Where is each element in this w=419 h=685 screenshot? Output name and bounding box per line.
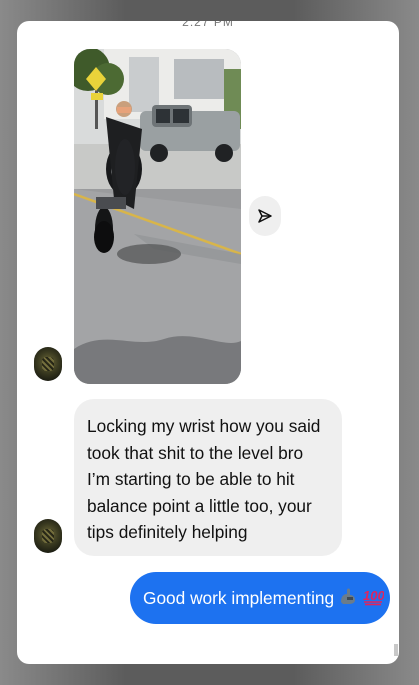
incoming-message-text: Locking my wrist how you said took that … (87, 416, 321, 542)
svg-text:100: 100 (363, 588, 384, 603)
chat-thread: 2:27 PM Locking my wrist how you said to… (17, 21, 399, 664)
outgoing-message-bubble[interactable]: Good work implementing 100 (130, 572, 390, 624)
send-paper-plane-icon (258, 209, 272, 223)
flexed-biceps-icon (338, 586, 358, 611)
status-time: 2:27 PM (182, 21, 234, 29)
hundred-points-icon: 100 (362, 586, 386, 611)
avatar[interactable] (34, 519, 62, 553)
video-thumbnail (74, 49, 241, 384)
avatar[interactable] (34, 347, 62, 381)
share-button[interactable] (249, 196, 281, 236)
incoming-message-bubble[interactable]: Locking my wrist how you said took that … (74, 399, 342, 556)
divider (394, 644, 398, 656)
video-message[interactable] (74, 49, 241, 384)
outgoing-message-text: Good work implementing (143, 587, 335, 608)
